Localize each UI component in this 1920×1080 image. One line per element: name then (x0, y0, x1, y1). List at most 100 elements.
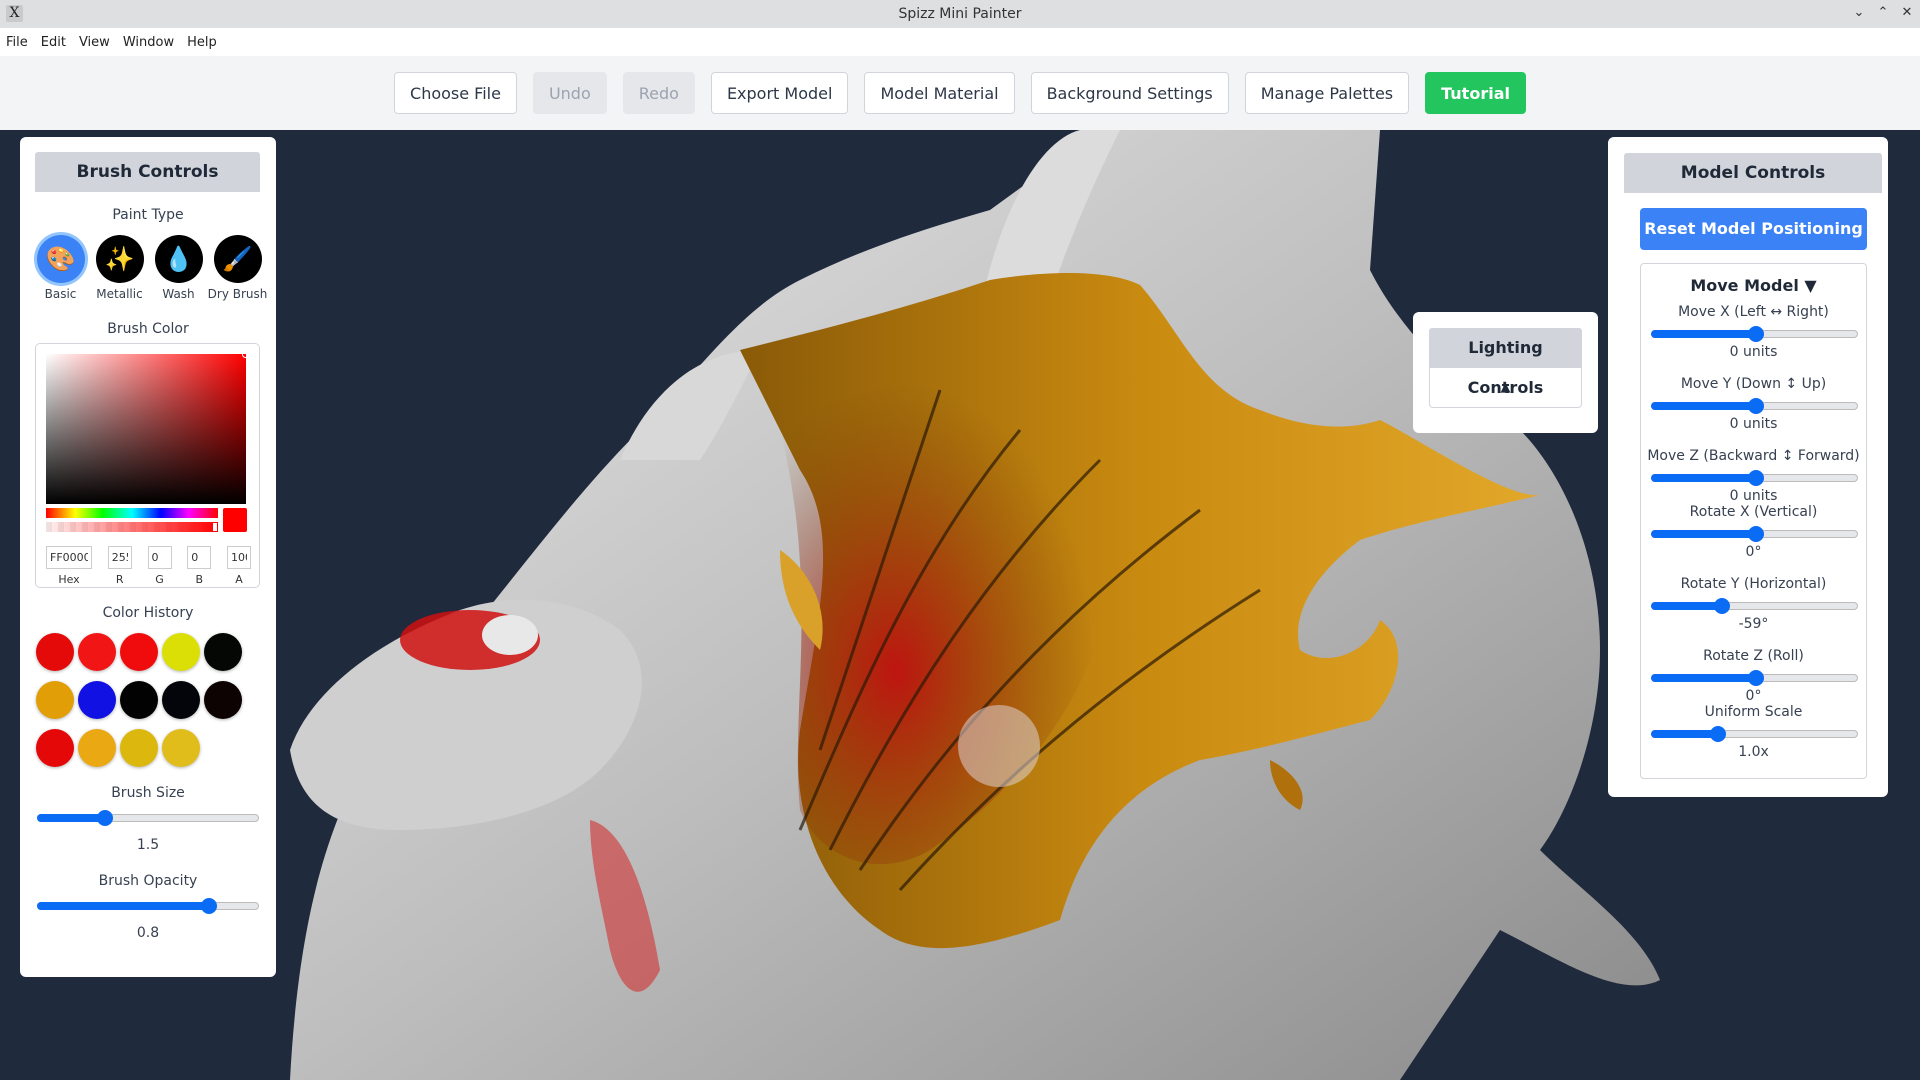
b-label: B (195, 573, 204, 586)
color-history-swatch[interactable] (162, 633, 200, 671)
hue-slider[interactable] (46, 508, 218, 518)
color-history (36, 633, 266, 767)
model-control-label: Rotate X (Vertical) (1689, 504, 1818, 520)
tutorial-button[interactable]: Tutorial (1425, 72, 1526, 114)
brush-size-value: 1.5 (136, 837, 160, 853)
paint-type-metallic[interactable]: ✨ Metallic (92, 235, 147, 301)
model-control-slider[interactable] (1651, 470, 1858, 486)
slider-thumb[interactable] (200, 898, 217, 914)
paint-type-dry-brush[interactable]: 🖌️ Dry Brush (207, 235, 268, 301)
app-icon: X (6, 5, 23, 22)
color-history-swatch[interactable] (204, 633, 242, 671)
brush-opacity-slider[interactable] (37, 898, 259, 914)
menu-window[interactable]: Window (123, 35, 181, 50)
model-control-label: Move Z (Backward ↕ Forward) (1647, 448, 1860, 464)
color-history-swatch[interactable] (120, 681, 158, 719)
menu-edit[interactable]: Edit (41, 35, 73, 50)
model-control-label: Uniform Scale (1704, 704, 1803, 720)
hex-label: Hex (58, 573, 80, 586)
r-input[interactable] (107, 546, 132, 569)
window-title: Spizz Mini Painter (898, 6, 1022, 22)
brush-size-slider[interactable] (37, 810, 259, 826)
model-control-slider[interactable] (1651, 326, 1858, 342)
saturation-handle[interactable] (242, 351, 249, 358)
color-history-swatch[interactable] (120, 729, 158, 767)
model-material-button[interactable]: Model Material (864, 72, 1015, 114)
redo-button[interactable]: Redo (622, 72, 695, 114)
choose-file-button[interactable]: Choose File (394, 72, 517, 114)
brush-cursor (958, 705, 1040, 787)
export-model-button[interactable]: Export Model (710, 72, 849, 114)
a-input[interactable] (227, 546, 251, 569)
color-history-swatch[interactable] (78, 681, 116, 719)
color-history-label: Color History (102, 605, 194, 621)
hex-input[interactable] (46, 546, 92, 569)
model-controls-panel: Model Controls Reset Model Positioning M… (1608, 137, 1888, 797)
undo-button[interactable]: Undo (532, 72, 607, 114)
paint-type-label: Paint Type (112, 207, 184, 223)
color-history-swatch[interactable] (36, 681, 74, 719)
color-history-swatch[interactable] (120, 633, 158, 671)
b-input[interactable] (187, 546, 212, 569)
reset-model-positioning-button[interactable]: Reset Model Positioning (1640, 208, 1867, 250)
menu-bar: File Edit View Window Help (0, 28, 1920, 56)
color-history-swatch[interactable] (204, 681, 242, 719)
model-control-label: Rotate Z (Roll) (1703, 648, 1804, 664)
model-control-value: 0 units (1729, 344, 1778, 360)
paintbrush-icon: 🖌️ (213, 235, 262, 283)
model-control-label: Move X (Left ↔ Right) (1678, 304, 1829, 320)
brush-opacity-label: Brush Opacity (98, 873, 198, 889)
slider-thumb[interactable] (1747, 326, 1764, 342)
background-settings-button[interactable]: Background Settings (1030, 72, 1229, 114)
color-history-swatch[interactable] (78, 633, 116, 671)
menu-file[interactable]: File (6, 35, 35, 50)
model-control-slider[interactable] (1651, 526, 1858, 542)
menu-help[interactable]: Help (187, 35, 224, 50)
menu-view[interactable]: View (79, 35, 117, 50)
brush-opacity-value: 0.8 (136, 925, 160, 941)
slider-thumb[interactable] (1747, 670, 1764, 686)
paint-type-label: Metallic (96, 287, 143, 301)
maximize-button[interactable]: ⌃ (1876, 4, 1890, 22)
move-model-toggle[interactable]: Move Model ▼ (1641, 276, 1866, 295)
saturation-area[interactable] (46, 351, 249, 504)
color-picker: Hex R G B A (35, 343, 260, 588)
sparkles-icon: ✨ (95, 235, 144, 283)
close-button[interactable]: ✕ (1900, 4, 1914, 22)
brush-size-label: Brush Size (111, 785, 185, 801)
slider-thumb[interactable] (1747, 526, 1764, 542)
paint-type-label: Wash (162, 287, 195, 301)
slider-thumb[interactable] (1747, 470, 1764, 486)
model-control-slider[interactable] (1651, 670, 1858, 686)
model-control-value: 0 units (1729, 416, 1778, 432)
paint-type-label: Basic (44, 287, 77, 301)
manage-palettes-button[interactable]: Manage Palettes (1244, 72, 1410, 114)
color-history-swatch[interactable] (36, 729, 74, 767)
slider-thumb[interactable] (1747, 398, 1764, 414)
slider-thumb[interactable] (1710, 726, 1727, 742)
alpha-handle[interactable] (213, 523, 217, 531)
move-model-section: Move Model ▼ Move X (Left ↔ Right) 0 unit… (1640, 263, 1867, 779)
model-control-slider[interactable] (1651, 726, 1858, 742)
color-history-swatch[interactable] (36, 633, 74, 671)
minimize-button[interactable]: ⌄ (1852, 4, 1866, 22)
paint-type-group: 🎨 Basic ✨ Metallic 💧 Wash 🖌️ Dry Brush (33, 235, 268, 301)
paint-type-basic[interactable]: 🎨 Basic (33, 235, 88, 301)
lighting-expand-toggle[interactable]: ▲ (1429, 368, 1582, 408)
alpha-slider[interactable] (46, 522, 218, 532)
g-label: G (155, 573, 164, 586)
g-input[interactable] (147, 546, 172, 569)
color-history-swatch[interactable] (78, 729, 116, 767)
lighting-controls-panel: Lighting Controls ▲ (1413, 312, 1598, 433)
model-control-slider[interactable] (1651, 398, 1858, 414)
model-control-value: 1.0x (1738, 744, 1769, 760)
color-history-swatch[interactable] (162, 729, 200, 767)
slider-thumb[interactable] (96, 810, 113, 826)
brush-color-label: Brush Color (107, 321, 189, 337)
color-history-swatch[interactable] (162, 681, 200, 719)
droplet-icon: 💧 (154, 235, 203, 283)
paint-type-wash[interactable]: 💧 Wash (151, 235, 206, 301)
slider-thumb[interactable] (1714, 598, 1731, 614)
paint-type-label: Dry Brush (207, 287, 268, 301)
model-control-slider[interactable] (1651, 598, 1858, 614)
